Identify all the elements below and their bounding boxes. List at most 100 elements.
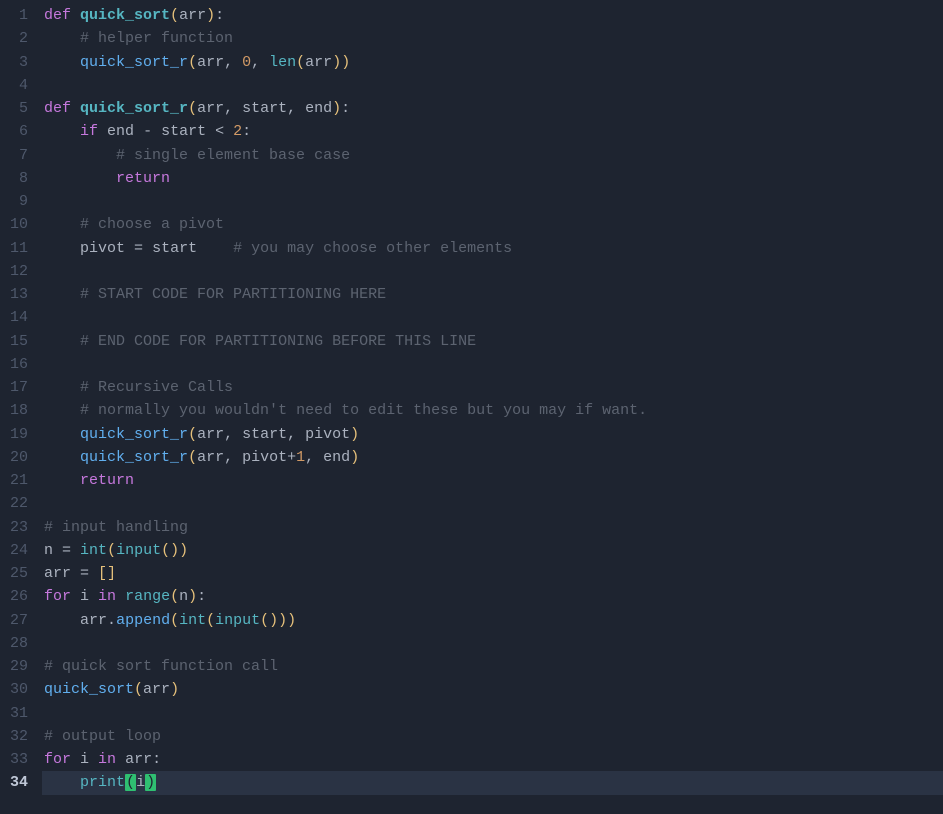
code-line[interactable]: # START CODE FOR PARTITIONING HERE xyxy=(42,283,943,306)
code-line[interactable]: quick_sort_r(arr, start, pivot) xyxy=(42,423,943,446)
code-line[interactable]: def quick_sort_r(arr, start, end): xyxy=(42,97,943,120)
code-line[interactable] xyxy=(42,74,943,97)
code-line[interactable]: # choose a pivot xyxy=(42,213,943,236)
token-op: , xyxy=(224,449,242,466)
line-number: 28 xyxy=(10,632,28,655)
line-number: 34 xyxy=(10,771,28,794)
token-op: . xyxy=(107,612,116,629)
token-op: = xyxy=(53,542,80,559)
token-id: arr xyxy=(44,565,71,582)
token-pn: ) xyxy=(350,426,359,443)
code-line[interactable]: return xyxy=(42,167,943,190)
token-cm: # helper function xyxy=(80,30,233,47)
code-line[interactable]: return xyxy=(42,469,943,492)
token-op: : xyxy=(152,751,161,768)
token-pn: ()) xyxy=(161,542,188,559)
code-line[interactable]: def quick_sort(arr): xyxy=(42,4,943,27)
code-content[interactable]: def quick_sort(arr): # helper function q… xyxy=(42,4,943,795)
code-line[interactable]: arr = [] xyxy=(42,562,943,585)
token-num: 2 xyxy=(233,123,242,140)
code-line[interactable]: arr.append(int(input())) xyxy=(42,609,943,632)
code-line[interactable]: quick_sort(arr) xyxy=(42,678,943,701)
token-cm: # Recursive Calls xyxy=(80,379,233,396)
code-line[interactable]: print(i) xyxy=(42,771,943,794)
token-pn: ) xyxy=(188,588,197,605)
token-id: pivot xyxy=(242,449,287,466)
code-line[interactable]: n = int(input()) xyxy=(42,539,943,562)
token-bi: int xyxy=(179,612,206,629)
token-id: arr xyxy=(80,612,107,629)
token-id xyxy=(197,240,233,257)
code-line[interactable] xyxy=(42,632,943,655)
code-line[interactable]: pivot = start # you may choose other ele… xyxy=(42,237,943,260)
code-line[interactable] xyxy=(42,492,943,515)
code-line[interactable]: # single element base case xyxy=(42,144,943,167)
token-pn: ) xyxy=(170,681,179,698)
token-id: start xyxy=(242,426,287,443)
line-number: 2 xyxy=(10,27,28,50)
line-number: 19 xyxy=(10,423,28,446)
token-op: , xyxy=(287,426,305,443)
line-number: 17 xyxy=(10,376,28,399)
token-op: : xyxy=(197,588,206,605)
token-num: 0 xyxy=(242,54,251,71)
token-id: arr xyxy=(197,449,224,466)
code-line[interactable]: # output loop xyxy=(42,725,943,748)
code-line[interactable]: quick_sort_r(arr, 0, len(arr)) xyxy=(42,51,943,74)
token-id: end xyxy=(305,100,332,117)
token-pn: ( xyxy=(170,588,179,605)
code-line[interactable]: for i in arr: xyxy=(42,748,943,771)
line-number: 14 xyxy=(10,306,28,329)
code-line[interactable]: for i in range(n): xyxy=(42,585,943,608)
line-number: 3 xyxy=(10,51,28,74)
token-fn: quick_sort xyxy=(80,7,170,24)
code-line[interactable]: quick_sort_r(arr, pivot+1, end) xyxy=(42,446,943,469)
token-op: : xyxy=(215,7,224,24)
token-kw: for xyxy=(44,751,80,768)
line-number: 13 xyxy=(10,283,28,306)
code-line[interactable]: # input handling xyxy=(42,516,943,539)
line-number: 25 xyxy=(10,562,28,585)
code-line[interactable] xyxy=(42,260,943,283)
token-op: : xyxy=(242,123,251,140)
code-line[interactable]: # quick sort function call xyxy=(42,655,943,678)
code-editor[interactable]: 1234567891011121314151617181920212223242… xyxy=(0,0,943,795)
code-line[interactable]: # Recursive Calls xyxy=(42,376,943,399)
code-line[interactable] xyxy=(42,306,943,329)
token-id: start xyxy=(152,240,197,257)
line-number: 15 xyxy=(10,330,28,353)
token-pn: )) xyxy=(332,54,350,71)
line-number: 5 xyxy=(10,97,28,120)
code-line[interactable] xyxy=(42,702,943,725)
token-id: arr xyxy=(197,100,224,117)
line-number: 8 xyxy=(10,167,28,190)
code-line[interactable]: # normally you wouldn't need to edit the… xyxy=(42,399,943,422)
line-number: 9 xyxy=(10,190,28,213)
token-num: 1 xyxy=(296,449,305,466)
code-line[interactable] xyxy=(42,190,943,213)
token-op: , xyxy=(287,100,305,117)
line-number: 6 xyxy=(10,120,28,143)
code-line[interactable] xyxy=(42,353,943,376)
token-pn: ( xyxy=(188,449,197,466)
token-op: - xyxy=(134,123,161,140)
token-id: i xyxy=(80,751,89,768)
token-kw: if xyxy=(80,123,107,140)
token-pn: ( xyxy=(296,54,305,71)
token-pn: ( xyxy=(188,54,197,71)
token-op: , xyxy=(224,426,242,443)
token-kw: def xyxy=(44,100,80,117)
line-number: 21 xyxy=(10,469,28,492)
token-op: < xyxy=(206,123,233,140)
code-line[interactable]: # helper function xyxy=(42,27,943,50)
token-id: arr xyxy=(143,681,170,698)
token-bi: input xyxy=(116,542,161,559)
code-line[interactable]: # END CODE FOR PARTITIONING BEFORE THIS … xyxy=(42,330,943,353)
token-op: + xyxy=(287,449,296,466)
token-hl-paren: ( xyxy=(125,774,136,791)
token-id: i xyxy=(136,774,145,791)
line-number: 20 xyxy=(10,446,28,469)
line-number: 32 xyxy=(10,725,28,748)
code-line[interactable]: if end - start < 2: xyxy=(42,120,943,143)
token-pn: ( xyxy=(134,681,143,698)
